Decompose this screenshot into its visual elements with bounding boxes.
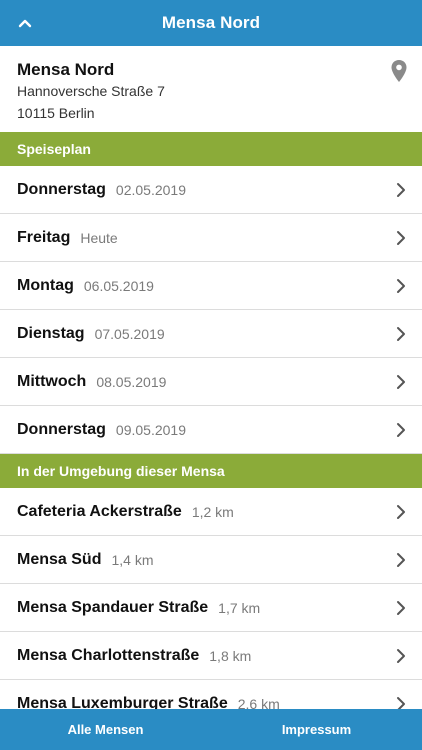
chevron-up-icon[interactable] [12,10,38,36]
day-name: Donnerstag [17,180,106,198]
chevron-right-icon [396,374,406,390]
day-date: 08.05.2019 [96,373,167,390]
tab-impressum[interactable]: Impressum [211,709,422,750]
day-name: Donnerstag [17,420,106,438]
day-date: 06.05.2019 [83,277,154,294]
list-item-day[interactable]: Mittwoch 08.05.2019 [0,358,422,406]
list-item-day[interactable]: Donnerstag 09.05.2019 [0,406,422,454]
chevron-right-icon [396,326,406,342]
list-item-day[interactable]: Freitag Heute [0,214,422,262]
list-item-mensa[interactable]: Mensa Süd 1,4 km [0,536,422,584]
section-header-nearby: In der Umgebung dieser Mensa [0,454,422,488]
day-date: Heute [80,229,118,246]
list-item-mensa[interactable]: Cafeteria Ackerstraße 1,2 km [0,488,422,536]
location-card: Mensa Nord Hannoversche Straße 7 10115 B… [0,46,422,132]
location-name: Mensa Nord [17,60,115,79]
day-name: Montag [17,276,74,294]
day-name: Dienstag [17,324,85,342]
chevron-right-icon [396,230,406,246]
chevron-right-icon [396,600,406,616]
location-city: 10115 Berlin [17,105,95,121]
mensa-name: Mensa Spandauer Straße [17,598,209,616]
day-date: 07.05.2019 [94,325,165,342]
top-bar: Mensa Nord [0,0,422,46]
map-pin-icon[interactable] [390,59,408,83]
chevron-right-icon [396,182,406,198]
day-date: 09.05.2019 [115,421,186,438]
section-header-speiseplan: Speiseplan [0,132,422,166]
mensa-distance: 1,2 km [191,503,234,520]
chevron-right-icon [396,504,406,520]
bottom-tab-bar: Alle Mensen Impressum [0,709,422,750]
list-item-day[interactable]: Donnerstag 02.05.2019 [0,166,422,214]
page-title: Mensa Nord [161,13,261,32]
list-item-mensa[interactable]: Mensa Charlottenstraße 1,8 km [0,632,422,680]
mensa-distance: 1,4 km [111,551,154,568]
day-name: Freitag [17,228,71,246]
tab-alle-mensen[interactable]: Alle Mensen [0,709,211,750]
day-name: Mittwoch [17,372,87,390]
day-date: 02.05.2019 [115,181,186,198]
mensa-distance: 1,7 km [218,599,261,616]
content-list[interactable]: Speiseplan Donnerstag 02.05.2019 Freitag… [0,132,422,728]
chevron-right-icon [396,422,406,438]
chevron-right-icon [396,552,406,568]
chevron-right-icon [396,648,406,664]
mensa-name: Mensa Charlottenstraße [17,646,200,664]
list-item-day[interactable]: Dienstag 07.05.2019 [0,310,422,358]
list-item-mensa[interactable]: Mensa Spandauer Straße 1,7 km [0,584,422,632]
chevron-right-icon [396,278,406,294]
mensa-distance: 1,8 km [209,647,252,664]
mensa-name: Cafeteria Ackerstraße [17,502,182,520]
location-street: Hannoversche Straße 7 [17,83,165,99]
mensa-name: Mensa Süd [17,550,102,568]
list-item-day[interactable]: Montag 06.05.2019 [0,262,422,310]
